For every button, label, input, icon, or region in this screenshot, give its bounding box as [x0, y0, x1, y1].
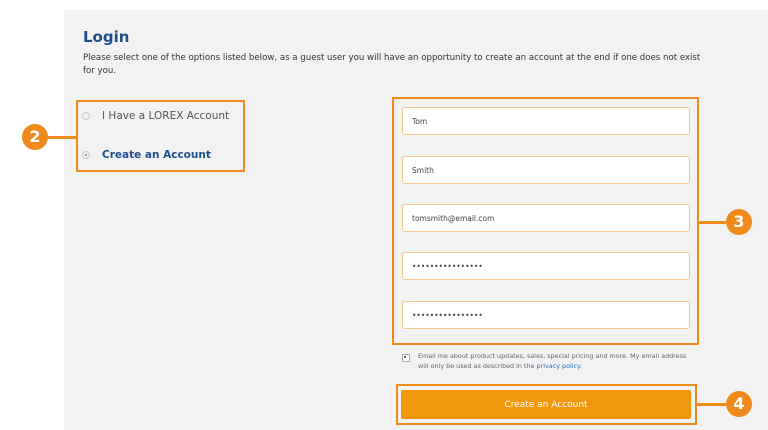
- callout-line-4: [696, 403, 726, 406]
- callout-line-2: [48, 136, 77, 139]
- radio-existing-account[interactable]: [82, 112, 90, 120]
- option-existing-account-label: I Have a LOREX Account: [102, 110, 230, 122]
- email-consent-text: Email me about product updates, sales, s…: [418, 351, 692, 371]
- email-consent-checkbox[interactable]: [402, 354, 410, 362]
- option-create-account[interactable]: Create an Account: [82, 149, 211, 161]
- confirm-password-field[interactable]: [402, 301, 690, 329]
- intro-text: Please select one of the options listed …: [83, 53, 701, 76]
- callout-badge-2: 2: [22, 124, 48, 150]
- email-field[interactable]: [402, 204, 690, 232]
- password-field[interactable]: [402, 252, 690, 280]
- option-create-account-label: Create an Account: [102, 149, 211, 161]
- create-account-button[interactable]: Create an Account: [401, 390, 691, 419]
- first-name-field[interactable]: [402, 107, 690, 135]
- page-title: Login: [83, 28, 130, 46]
- email-consent: Email me about product updates, sales, s…: [402, 351, 692, 371]
- privacy-policy-link[interactable]: privacy policy.: [537, 362, 582, 370]
- last-name-field[interactable]: [402, 156, 690, 184]
- callout-badge-3: 3: [726, 209, 752, 235]
- radio-create-account[interactable]: [82, 151, 90, 159]
- callout-badge-4: 4: [726, 391, 752, 417]
- option-existing-account[interactable]: I Have a LOREX Account: [82, 110, 229, 122]
- callout-line-3: [698, 221, 726, 224]
